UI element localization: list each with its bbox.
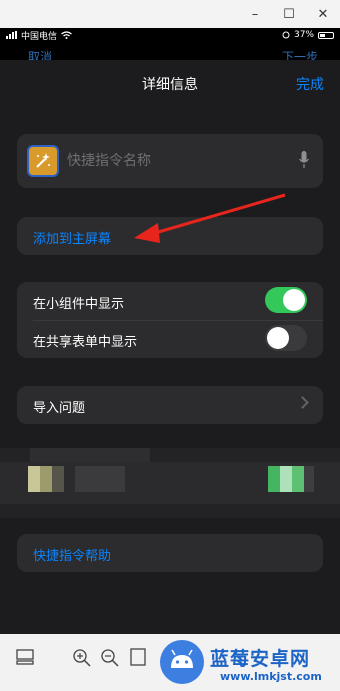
share-sheet-toggle-row: 在共享表单中显示: [17, 320, 323, 358]
layout-icon[interactable]: [16, 648, 34, 666]
minimize-button[interactable]: –: [238, 7, 272, 22]
orientation-lock-icon: [282, 31, 290, 39]
import-questions-label: 导入问题: [33, 401, 86, 416]
window-titlebar: – ☐ ✕: [0, 0, 340, 28]
actual-size-icon[interactable]: [130, 648, 146, 666]
wifi-icon: [61, 31, 72, 39]
signal-icon: [6, 31, 17, 39]
watermark-title: 蓝莓安卓网: [210, 648, 311, 670]
show-in-share-sheet-switch[interactable]: [265, 325, 307, 351]
details-sheet: 详细信息 完成 添加到主屏幕 在小组件中显示: [0, 60, 340, 634]
show-in-widget-label: 在小组件中显示: [33, 297, 125, 312]
pixelated-redacted-area: [0, 448, 340, 518]
close-button[interactable]: ✕: [306, 7, 340, 22]
display-toggles-card: 在小组件中显示 在共享表单中显示: [17, 282, 323, 358]
shortcuts-help-label: 快捷指令帮助: [33, 549, 112, 564]
show-in-widget-switch[interactable]: [265, 287, 307, 313]
android-logo-icon: [160, 640, 204, 684]
carrier-label: 中国电信: [21, 31, 58, 42]
background-nav: 取消 下一步: [0, 42, 340, 60]
status-bar: 中国电信 37%: [0, 28, 340, 42]
site-watermark: 蓝莓安卓网 www.lmkjst.com: [160, 640, 340, 691]
battery-icon: [318, 31, 334, 39]
maximize-button[interactable]: ☐: [272, 7, 306, 22]
shortcuts-help-row[interactable]: 快捷指令帮助: [17, 534, 323, 572]
zoom-out-icon[interactable]: [100, 648, 120, 668]
import-questions-row[interactable]: 导入问题: [17, 386, 323, 424]
next-button[interactable]: 下一步: [282, 48, 318, 60]
cancel-button[interactable]: 取消: [28, 48, 52, 60]
watermark-url: www.lmkjst.com: [220, 670, 322, 683]
red-arrow-annotation: [134, 193, 286, 243]
show-in-share-sheet-label: 在共享表单中显示: [33, 335, 138, 350]
widget-toggle-row: 在小组件中显示: [17, 282, 323, 320]
battery-percent: 37%: [293, 30, 314, 40]
chevron-right-icon: [296, 396, 309, 409]
zoom-in-icon[interactable]: [72, 648, 92, 668]
